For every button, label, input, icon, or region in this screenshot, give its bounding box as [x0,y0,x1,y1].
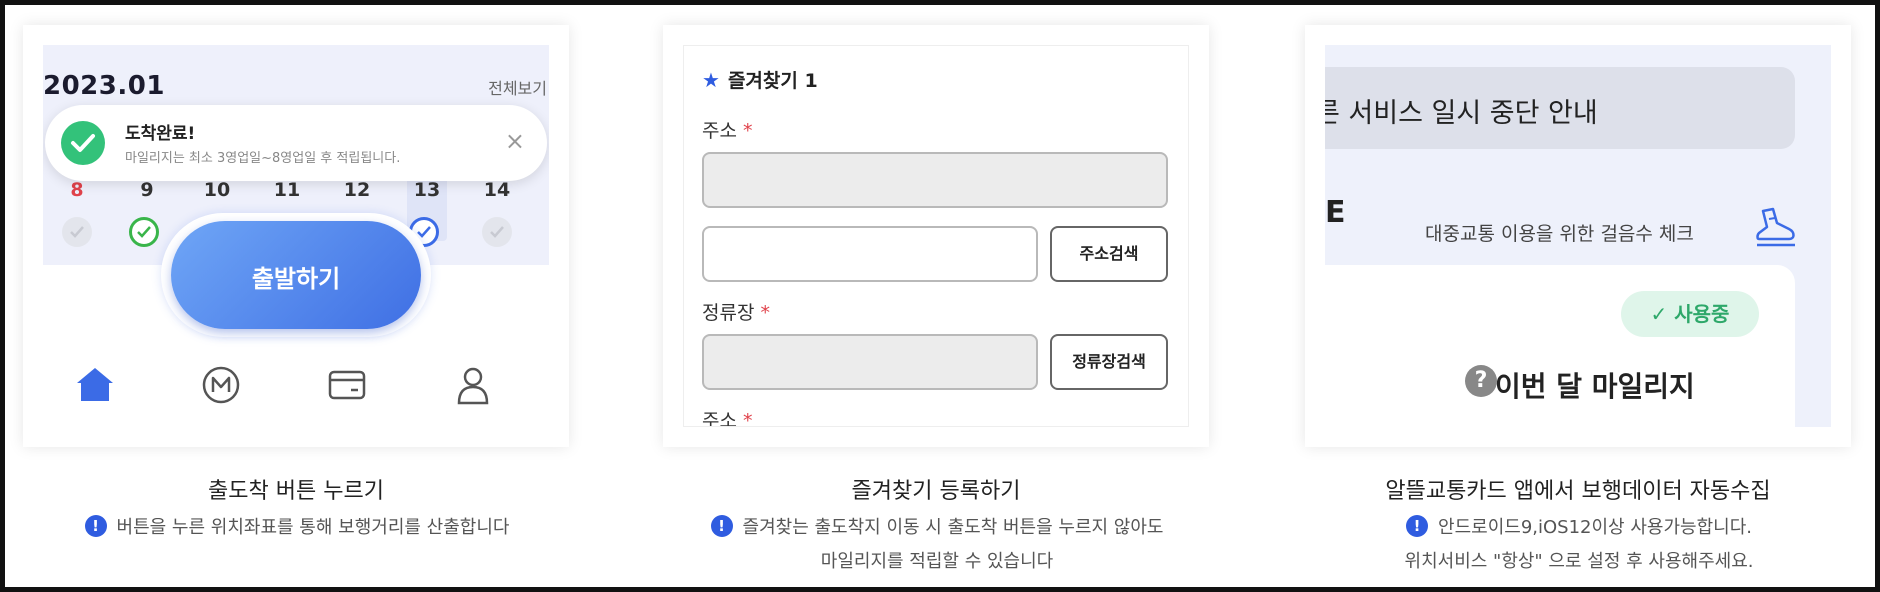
caption-desc-line1: 안드로이드9,iOS12이상 사용가능합니다. [1438,517,1752,538]
user-icon[interactable] [451,363,495,407]
star-icon: ★ [702,68,720,92]
stop-field[interactable] [702,334,1038,390]
success-check-icon [61,121,105,165]
address-label: 주소 * [702,120,753,142]
calendar-month: 2023.01 [43,71,165,101]
depart-button-halo: 출발하기 [161,213,431,337]
calendar-day[interactable]: 14 [477,179,517,201]
panel-favorites: ★ 즐겨찾기 1 주소 * 주소검색 정류장 * 정류장검색 주소 * [663,25,1209,447]
phone-screen: 2023.01 전체보기 8 9 10 11 12 13 14 도착완료! 마일… [43,45,549,427]
mileage-icon[interactable] [199,363,243,407]
caption-desc-1: ! 버튼을 누른 위치좌표를 통해 보행거리를 산출합니다 [17,511,577,545]
caption-desc-text: 버튼을 누른 위치좌표를 통해 보행거리를 산출합니다 [116,517,510,538]
walking-shoe-icon[interactable] [1753,205,1799,249]
address-search-button[interactable]: 주소검색 [1050,226,1168,282]
depart-button-label: 출발하기 [251,265,341,293]
caption-title-2: 즐겨찾기 등록하기 [851,479,1021,504]
app-screen: 른 서비스 일시 중단 안내 E 대중교통 이용을 위한 걸음수 체크 ✓ 사용… [1325,45,1831,427]
caption-desc-line1: 즐겨찾는 출도착지 이동 시 출도착 버튼을 누르지 않아도 [742,517,1164,538]
stop-search-button[interactable]: 정류장검색 [1050,334,1168,390]
mileage-card: ✓ 사용중 ? 이번 달 마일리지 [1325,265,1795,427]
address-field[interactable] [702,152,1168,208]
calendar-day[interactable]: 9 [127,179,167,201]
home-icon[interactable] [73,363,117,407]
favorite-form: ★ 즐겨찾기 1 주소 * 주소검색 정류장 * 정류장검색 주소 * [683,45,1189,427]
calendar-days: 8 9 10 11 12 13 14 [43,171,549,241]
day-check-icon [62,217,92,247]
calendar-day[interactable]: 8 [57,179,97,201]
toast-title: 도착완료! [125,124,196,144]
day-check-done-icon [129,217,159,247]
toast-subtitle: 마일리지는 최소 3영업일~8영업일 후 적립됩니다. [125,151,401,166]
help-icon[interactable]: ? [1465,365,1497,397]
service-notice-text: 른 서비스 일시 중단 안내 [1325,98,1598,129]
alert-icon: ! [1406,515,1429,537]
alert-icon: ! [84,515,107,537]
favorite-title: 즐겨찾기 1 [727,70,818,92]
depart-button[interactable]: 출발하기 [171,221,421,329]
walk-check-link[interactable]: 대중교통 이용을 위한 걸음수 체크 [1425,219,1694,246]
favorite-header: ★ 즐겨찾기 1 [702,66,818,93]
caption-title-3: 알뜰교통카드 앱에서 보행데이터 자동수집 [1385,479,1771,504]
in-use-badge: ✓ 사용중 [1621,291,1759,337]
service-notice-banner[interactable]: 른 서비스 일시 중단 안내 [1325,67,1795,149]
caption-desc-2: ! 즐겨찾는 출도착지 이동 시 출도착 버튼을 누르지 않아도마일리지를 적립할… [657,511,1217,579]
bottom-nav [43,345,549,427]
mileage-title: 이번 달 마일리지 [1495,370,1695,403]
caption-desc-line2: 위치서비스 "항상" 으로 설정 후 사용해주세요. [1404,551,1754,572]
close-icon[interactable]: × [505,127,525,155]
stop-label: 정류장 * [702,302,770,324]
address-label-2: 주소 * [702,410,753,427]
arrival-toast: 도착완료! 마일리지는 최소 3영업일~8영업일 후 적립됩니다. × [45,105,547,181]
alert-icon: ! [710,515,733,537]
day-check-icon [482,217,512,247]
panel-walk-data: 른 서비스 일시 중단 안내 E 대중교통 이용을 위한 걸음수 체크 ✓ 사용… [1305,25,1851,447]
calendar-day[interactable]: 10 [197,179,237,201]
partial-heading: E [1325,195,1346,230]
caption-desc-3: ! 안드로이드9,iOS12이상 사용가능합니다. 위치서비스 "항상" 으로 설정… [1299,511,1859,579]
calendar-day[interactable]: 11 [267,179,307,201]
calendar-day[interactable]: 12 [337,179,377,201]
panel-depart-arrive: 2023.01 전체보기 8 9 10 11 12 13 14 도착완료! 마일… [23,25,569,447]
caption-title-1: 출도착 버튼 누르기 [208,479,384,504]
card-icon[interactable] [325,363,369,407]
view-all-link[interactable]: 전체보기 [488,75,547,99]
page-frame: 2023.01 전체보기 8 9 10 11 12 13 14 도착완료! 마일… [0,0,1880,592]
address-detail-field[interactable] [702,226,1038,282]
caption-desc-line2: 마일리지를 적립할 수 있습니다 [820,551,1054,572]
